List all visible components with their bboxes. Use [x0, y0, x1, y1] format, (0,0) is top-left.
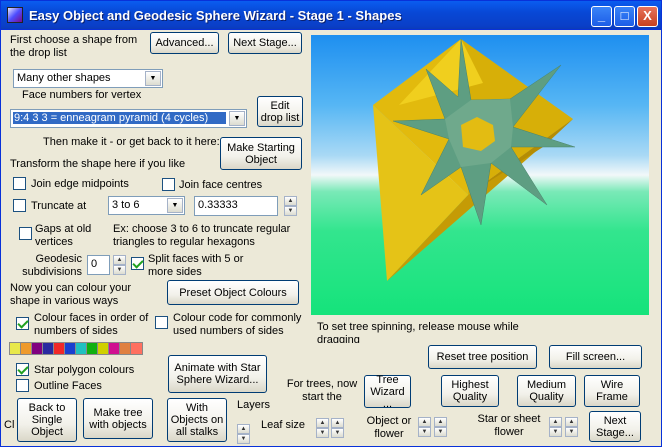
shape-category-select[interactable]: Many other shapes ▼ [13, 69, 163, 88]
app-icon [7, 7, 23, 23]
next-stage-top-button[interactable]: Next Stage... [228, 32, 302, 54]
wizard-window: Easy Object and Geodesic Sphere Wizard -… [0, 0, 662, 447]
chevron-down-icon[interactable]: ▼ [145, 71, 161, 86]
join-edge-checkbox[interactable] [13, 177, 26, 190]
spin-up-icon[interactable]: ▲ [237, 424, 250, 434]
face-numbers-label: Face numbers for vertex [22, 89, 142, 101]
spin-up-icon[interactable]: ▲ [434, 417, 447, 427]
join-face-checkbox[interactable] [162, 178, 175, 191]
spin-down-icon[interactable]: ▼ [113, 265, 126, 275]
wire-frame-button[interactable]: Wire Frame [584, 375, 640, 407]
chevron-down-icon[interactable]: ▼ [167, 198, 183, 213]
colour-code-label: Colour code for commonly used numbers of… [173, 312, 302, 337]
spin-down-icon[interactable]: ▼ [237, 434, 250, 444]
with-objects-button[interactable]: With Objects on all stalks [167, 398, 227, 442]
truncate-select[interactable]: 3 to 6 ▼ [108, 196, 185, 215]
fill-screen-button[interactable]: Fill screen... [549, 345, 642, 369]
split-faces-label: Split faces with 5 or more sides [148, 253, 244, 278]
colour-code-checkbox[interactable] [155, 316, 168, 329]
shape-category-value: Many other shapes [17, 72, 111, 84]
edit-drop-list-button[interactable]: Edit drop list [257, 96, 303, 127]
advanced-button[interactable]: Advanced... [150, 32, 219, 54]
star-flower-spinner-b[interactable]: ▲ ▼ [565, 417, 578, 437]
truncate-amount-field[interactable]: 0.33333 [194, 196, 278, 216]
layers-spinner[interactable]: ▲ ▼ [237, 424, 250, 444]
medium-quality-button[interactable]: Medium Quality [517, 375, 576, 407]
truncate-label: Truncate at [31, 200, 87, 212]
spin-down-icon[interactable]: ▼ [418, 427, 431, 437]
truncate-value: 3 to 6 [112, 199, 140, 211]
spin-up-icon[interactable]: ▲ [565, 417, 578, 427]
object-flower-spinner-b[interactable]: ▲ ▼ [434, 417, 447, 437]
spin-up-icon[interactable]: ▲ [331, 418, 344, 428]
truncate-spinner[interactable]: ▲ ▼ [284, 196, 297, 216]
colour-faces-checkbox[interactable] [16, 317, 29, 330]
truncate-checkbox[interactable] [13, 199, 26, 212]
3d-viewport[interactable] [311, 35, 649, 315]
star-polygon-label: Star polygon colours [34, 364, 135, 376]
make-starting-object-button[interactable]: Make Starting Object [220, 137, 302, 170]
spin-down-icon[interactable]: ▼ [331, 428, 344, 438]
animate-star-wizard-button[interactable]: Animate with Star Sphere Wizard... [168, 355, 267, 393]
colour-shape-label: Now you can colour your shape in various… [10, 282, 132, 307]
join-face-label: Join face centres [179, 179, 263, 191]
spin-down-icon[interactable]: ▼ [284, 206, 297, 216]
spin-down-icon[interactable]: ▼ [549, 427, 562, 437]
next-stage-bottom-button[interactable]: Next Stage... [589, 411, 641, 442]
spin-hint-label: To set tree spinning, release mouse whil… [317, 321, 519, 343]
object-flower-label: Object or flower [366, 415, 412, 440]
spin-down-icon[interactable]: ▼ [434, 427, 447, 437]
colour-faces-label: Colour faces in order of numbers of side… [34, 312, 149, 337]
title-bar: Easy Object and Geodesic Sphere Wizard -… [1, 1, 661, 30]
spin-up-icon[interactable]: ▲ [418, 417, 431, 427]
spin-up-icon[interactable]: ▲ [316, 418, 329, 428]
make-it-label: Then make it - or get back to it here: [43, 136, 220, 148]
outline-faces-checkbox[interactable] [16, 379, 29, 392]
star-flower-spinner-a[interactable]: ▲ ▼ [549, 417, 562, 437]
vertex-faces-select[interactable]: 9:4 3 3 = enneagram pyramid (4 cycles) ▼ [10, 109, 247, 128]
star-polygon-checkbox[interactable] [16, 363, 29, 376]
leaf-size-spinner-b[interactable]: ▲ ▼ [331, 418, 344, 438]
reset-tree-button[interactable]: Reset tree position [428, 345, 537, 369]
split-faces-checkbox[interactable] [131, 257, 144, 270]
join-edge-label: Join edge midpoints [31, 178, 129, 190]
for-trees-label: For trees, now start the [286, 378, 358, 403]
geodesic-field[interactable]: 0 [87, 255, 110, 275]
spin-up-icon[interactable]: ▲ [284, 196, 297, 206]
leaf-size-spinner-a[interactable]: ▲ ▼ [316, 418, 329, 438]
chevron-down-icon[interactable]: ▼ [229, 111, 245, 126]
truncate-example-text: Ex: choose 3 to 6 to truncate regular tr… [113, 223, 291, 248]
choose-shape-label: First choose a shape from the drop list [10, 34, 138, 59]
star-polyhedron-render [373, 38, 576, 281]
leaf-size-label: Leaf size [261, 419, 306, 431]
back-single-object-button[interactable]: Back to Single Object [17, 398, 77, 442]
highest-quality-button[interactable]: Highest Quality [441, 375, 499, 407]
gaps-label: Gaps at old vertices [35, 223, 92, 248]
minimize-button[interactable]: _ [591, 6, 612, 27]
clipped-label: Cl [4, 419, 15, 431]
spin-down-icon[interactable]: ▼ [565, 427, 578, 437]
colour-swatch[interactable] [130, 342, 143, 355]
geodesic-spinner[interactable]: ▲ ▼ [113, 255, 126, 275]
spin-up-icon[interactable]: ▲ [113, 255, 126, 265]
preset-colours-button[interactable]: Preset Object Colours [167, 280, 299, 305]
object-flower-spinner-a[interactable]: ▲ ▼ [418, 417, 431, 437]
gaps-checkbox[interactable] [19, 227, 32, 240]
close-button[interactable]: X [637, 6, 658, 27]
maximize-button[interactable]: □ [614, 6, 635, 27]
geodesic-label: Geodesic subdivisions [22, 253, 82, 278]
window-title: Easy Object and Geodesic Sphere Wizard -… [29, 8, 402, 23]
spin-up-icon[interactable]: ▲ [549, 417, 562, 427]
outline-faces-label: Outline Faces [34, 380, 102, 392]
spin-down-icon[interactable]: ▼ [316, 428, 329, 438]
vertex-faces-value: 9:4 3 3 = enneagram pyramid (4 cycles) [13, 112, 226, 124]
star-flower-label: Star or sheet flower [477, 413, 541, 438]
tree-wizard-button[interactable]: Tree Wizard ... [364, 374, 411, 410]
make-tree-button[interactable]: Make tree with objects [83, 398, 153, 439]
layers-label: Layers [237, 399, 271, 411]
transform-label: Transform the shape here if you like [10, 158, 186, 170]
